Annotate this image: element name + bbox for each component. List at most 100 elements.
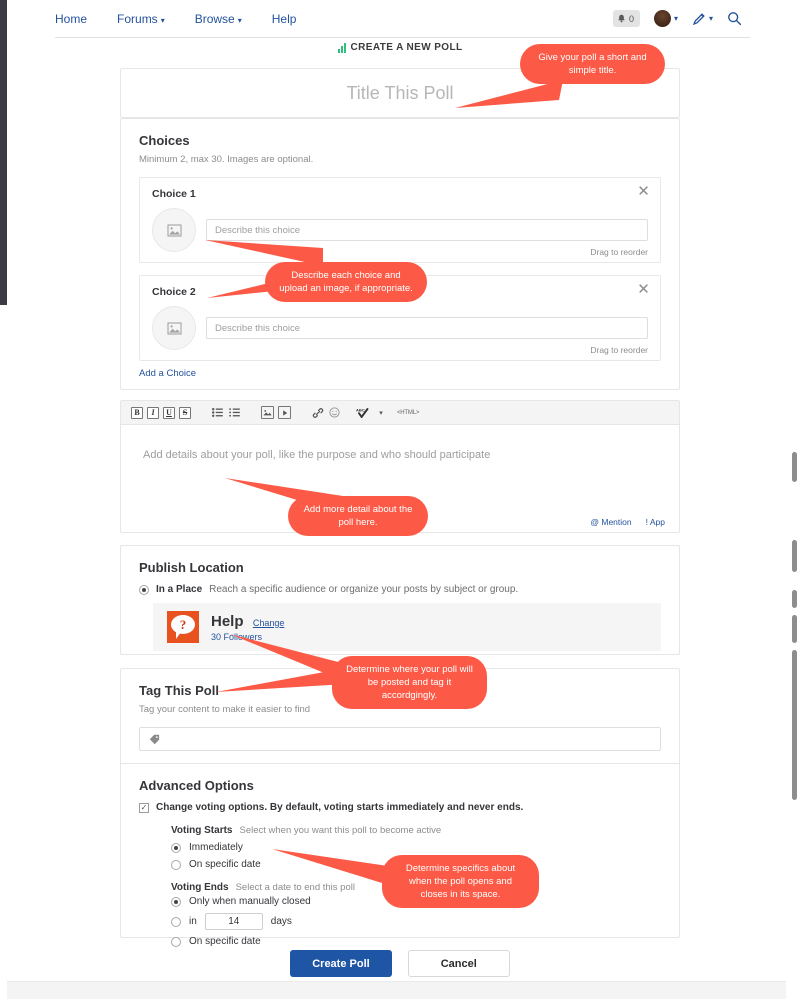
tag-input[interactable] — [139, 727, 661, 751]
choice-2-drag-hint[interactable]: Drag to reorder — [590, 345, 648, 355]
choices-header: Choices Minimum 2, max 30. Images are op… — [121, 119, 679, 165]
in-a-place-description: Reach a specific audience or organize yo… — [209, 584, 518, 595]
voting-ends-title: Voting Ends — [171, 882, 229, 893]
scrollbar-segment[interactable] — [792, 452, 797, 482]
callout-advanced: Determine specifics about when the poll … — [382, 855, 539, 908]
close-icon[interactable]: ✕ — [637, 283, 650, 296]
notifications-button[interactable]: 0 — [613, 10, 640, 27]
voting-starts-header: Voting Starts Select when you want this … — [171, 825, 661, 836]
scrollbar-thumb[interactable] — [792, 650, 797, 800]
choices-subheading: Minimum 2, max 30. Images are optional. — [139, 154, 661, 165]
page-title: CREATE A NEW POLL — [0, 42, 800, 53]
callout-publish: Determine where your poll will be posted… — [332, 656, 487, 709]
voting-starts-specific-date-radio[interactable] — [171, 860, 181, 870]
add-choice-link[interactable]: Add a Choice — [139, 368, 196, 379]
choice-2-content: Describe this choice — [152, 306, 648, 350]
voting-ends-manual-radio[interactable] — [171, 897, 181, 907]
notifications-count: 0 — [629, 14, 634, 24]
chevron-down-icon: ▾ — [238, 16, 242, 25]
emoji-icon[interactable] — [328, 406, 341, 419]
nav-link-browse[interactable]: Browse▾ — [195, 12, 242, 26]
callout-pointer-5 — [272, 845, 397, 893]
nav-actions: 0 ▾ ▾ — [613, 10, 742, 27]
numbered-list-icon[interactable] — [228, 406, 241, 419]
editor-placeholder[interactable]: Add details about your poll, like the pu… — [121, 425, 679, 461]
callout-advanced-text: Determine specifics about when the poll … — [406, 863, 515, 900]
bold-icon[interactable]: B — [131, 407, 143, 419]
callout-choices-text: Describe each choice and upload an image… — [279, 270, 413, 294]
voting-starts-desc: Select when you want this poll to become… — [239, 825, 441, 836]
choice-2-placeholder: Describe this choice — [215, 323, 300, 334]
voting-ends-manual-label: Only when manually closed — [189, 896, 311, 907]
spellcheck-icon[interactable]: ABC — [355, 406, 373, 419]
voting-ends-days-input[interactable]: 14 — [205, 913, 263, 930]
chevron-down-icon[interactable]: ▾ — [377, 406, 385, 419]
in-a-place-option[interactable]: In a Place Reach a specific audience or … — [139, 584, 661, 595]
publish-location-card: Publish Location In a Place Reach a spec… — [120, 545, 680, 655]
image-placeholder-icon — [167, 224, 182, 237]
in-a-place-radio[interactable] — [139, 585, 149, 595]
underline-icon[interactable]: U — [163, 407, 175, 419]
page-scrollbar[interactable] — [791, 0, 797, 999]
callout-title-text: Give your poll a short and simple title. — [538, 52, 646, 76]
voting-ends-in-days-radio[interactable] — [171, 917, 181, 927]
form-actions: Create Poll Cancel — [0, 950, 800, 977]
nav-link-forums[interactable]: Forums▾ — [117, 12, 165, 26]
cancel-button[interactable]: Cancel — [408, 950, 510, 977]
voting-starts-immediately-label: Immediately — [189, 842, 243, 853]
voting-starts-immediately-radio[interactable] — [171, 843, 181, 853]
create-content-menu[interactable]: ▾ — [692, 12, 713, 26]
strikethrough-icon[interactable]: S — [179, 407, 191, 419]
nav-link-browse-label: Browse — [195, 12, 235, 26]
scrollbar-segment[interactable] — [792, 590, 797, 608]
bell-icon — [617, 14, 626, 24]
scrollbar-segment[interactable] — [792, 540, 797, 572]
publish-heading: Publish Location — [139, 560, 661, 575]
advanced-options-card: Advanced Options ✓ Change voting options… — [120, 763, 680, 938]
publish-header: Publish Location In a Place Reach a spec… — [121, 546, 679, 595]
search-icon[interactable] — [727, 11, 742, 26]
close-icon[interactable]: ✕ — [637, 185, 650, 198]
italic-icon[interactable]: I — [147, 407, 159, 419]
nav-link-help[interactable]: Help — [272, 12, 297, 26]
insert-image-icon[interactable] — [261, 406, 274, 419]
change-voting-options-label: Change voting options. By default, votin… — [156, 802, 523, 813]
question-mark-glyph: ? — [180, 618, 187, 631]
choice-1-drag-hint[interactable]: Drag to reorder — [590, 247, 648, 257]
voting-ends-specific-date-radio[interactable] — [171, 937, 181, 947]
choice-2-input[interactable]: Describe this choice — [206, 317, 648, 339]
voting-ends-option-specific-date[interactable]: On specific date — [171, 936, 661, 947]
pencil-icon — [692, 12, 706, 26]
choice-2-image-upload[interactable] — [152, 306, 196, 350]
mention-link[interactable]: @ Mention — [590, 517, 631, 527]
chevron-down-icon: ▾ — [161, 16, 165, 25]
callout-choices: Describe each choice and upload an image… — [265, 262, 427, 302]
callout-title: Give your poll a short and simple title. — [520, 44, 665, 84]
help-place-icon: ? — [167, 611, 199, 643]
nav-link-home[interactable]: Home — [55, 12, 87, 26]
change-voting-options-row[interactable]: ✓ Change voting options. By default, vot… — [139, 802, 661, 813]
choices-heading: Choices — [139, 133, 661, 148]
voting-starts-option-immediately[interactable]: Immediately — [171, 842, 661, 853]
callout-editor: Add more detail about the poll here. — [288, 496, 428, 536]
nav-link-forums-label: Forums — [117, 12, 158, 26]
nav-links: Home Forums▾ Browse▾ Help — [55, 12, 296, 26]
voting-ends-option-in-days[interactable]: in 14 days — [171, 913, 661, 930]
speech-bubble-shape: ? — [171, 615, 195, 634]
app-link[interactable]: ! App — [646, 517, 665, 527]
insert-link-icon[interactable] — [311, 406, 324, 419]
html-source-icon[interactable]: <HTML> — [397, 410, 419, 416]
scrollbar-segment[interactable] — [792, 615, 797, 643]
bar-chart-icon — [338, 43, 346, 53]
create-poll-button[interactable]: Create Poll — [290, 950, 391, 977]
choice-1-label: Choice 1 — [152, 188, 648, 200]
voting-starts-specific-date-label: On specific date — [189, 859, 261, 870]
bullet-list-icon[interactable] — [211, 406, 224, 419]
chevron-down-icon: ▾ — [674, 14, 678, 23]
change-voting-options-checkbox[interactable]: ✓ — [139, 803, 149, 813]
image-placeholder-icon — [167, 322, 182, 335]
insert-video-icon[interactable] — [278, 406, 291, 419]
user-menu[interactable]: ▾ — [654, 10, 678, 27]
chevron-down-icon: ▾ — [709, 14, 713, 23]
choice-1-image-upload[interactable] — [152, 208, 196, 252]
